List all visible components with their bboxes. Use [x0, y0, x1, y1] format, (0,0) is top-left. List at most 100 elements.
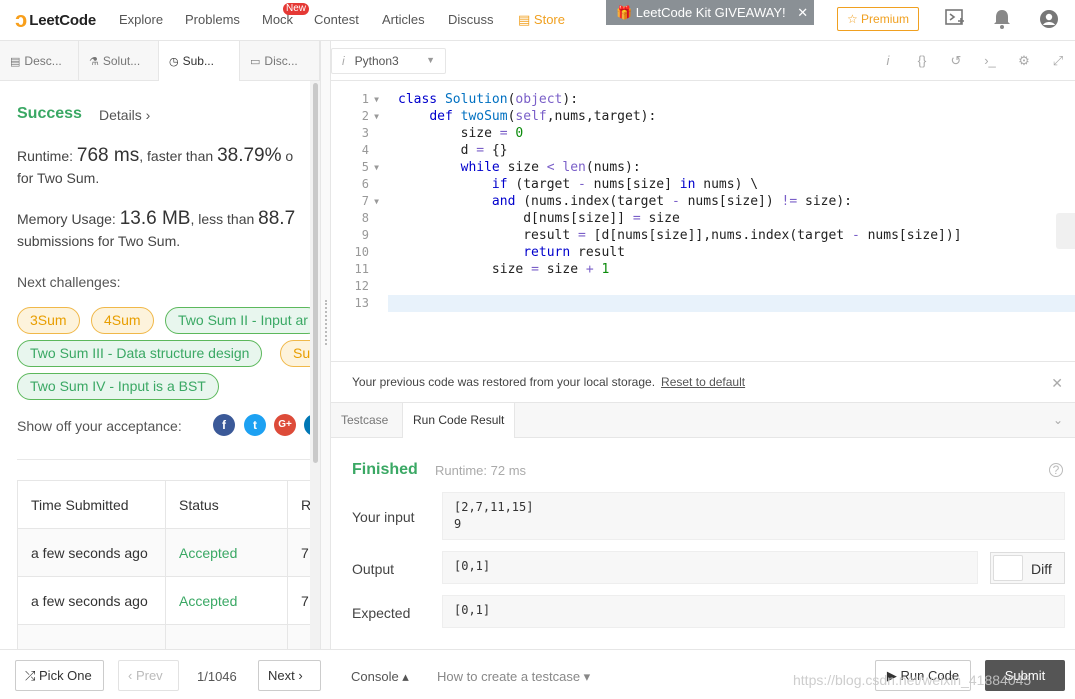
- divider: [17, 459, 310, 460]
- submission-status[interactable]: Accepted: [165, 576, 288, 625]
- avatar-icon[interactable]: [1038, 9, 1060, 31]
- memory-value: 13.6 MB: [119, 208, 191, 229]
- details-link[interactable]: Details ›: [99, 107, 150, 123]
- next-button[interactable]: Next ›: [258, 660, 321, 691]
- giveaway-banner[interactable]: 🎁 LeetCode Kit GIVEAWAY! ✕: [606, 0, 814, 25]
- twitter-icon[interactable]: t: [244, 414, 266, 436]
- braces-icon[interactable]: {}: [913, 52, 931, 70]
- input-label: Your input: [352, 509, 415, 525]
- code-editor[interactable]: 1 ▼ 2 ▼ 3 4 5 ▼ 6 7 ▼ 8 9 10 11 12 13 class …: [331, 81, 1075, 361]
- code-line[interactable]: if (target - nums[size] in nums) \: [398, 176, 1068, 193]
- restore-message: Your previous code was restored from you…: [352, 375, 656, 389]
- resize-grip-icon[interactable]: [325, 300, 327, 345]
- header-runtime: R: [287, 480, 310, 529]
- table-header-row: Time Submitted Status R: [17, 480, 310, 529]
- nav-articles[interactable]: Articles: [382, 12, 425, 27]
- output-value: [0,1]: [442, 551, 978, 584]
- code-line[interactable]: [398, 295, 1068, 312]
- table-row[interactable]: [17, 624, 310, 649]
- code-line[interactable]: and (nums.index(target - nums[size]) != …: [398, 193, 1068, 210]
- clock-icon: ◷: [169, 56, 179, 68]
- challenge-chip[interactable]: Two Sum III - Data structure design: [17, 340, 263, 367]
- line-number: 1 ▼: [361, 92, 379, 106]
- diff-switch[interactable]: [993, 555, 1023, 581]
- challenge-chip[interactable]: Two Sum II - Input ar: [165, 307, 310, 334]
- runtime-percent: 38.79%: [217, 145, 282, 166]
- tab-submissions[interactable]: ◷ Sub...: [159, 41, 240, 82]
- left-scroll-thumb[interactable]: [313, 83, 318, 463]
- google-plus-icon[interactable]: G+: [274, 414, 296, 436]
- code-line[interactable]: size = size + 1: [398, 261, 1068, 278]
- facebook-icon[interactable]: f: [213, 414, 235, 436]
- bell-icon[interactable]: [991, 9, 1013, 31]
- memory-percent: 88.7: [258, 208, 296, 229]
- info-icon[interactable]: i: [879, 52, 897, 70]
- fold-arrow-icon: ▼: [374, 163, 379, 172]
- tab-label: Solut...: [102, 54, 141, 68]
- gear-icon[interactable]: ⚙: [1015, 52, 1033, 70]
- pane-resizer[interactable]: [320, 41, 331, 651]
- runtime-suffix: , faster than: [139, 148, 218, 164]
- reset-icon[interactable]: ↺: [947, 52, 965, 70]
- tab-label: Disc...: [264, 54, 298, 68]
- runtime-value: 768 ms: [76, 145, 140, 166]
- code-line[interactable]: return result: [398, 244, 1068, 261]
- language-select[interactable]: i Python3 ▼: [331, 48, 446, 74]
- close-icon[interactable]: ✕: [1051, 375, 1063, 392]
- store-icon: ▤: [518, 12, 534, 27]
- pick-one-button[interactable]: ⤮ Pick One: [15, 660, 104, 691]
- tab-description[interactable]: ▤ Desc...: [0, 41, 79, 81]
- result-tabs: Testcase Run Code Result ⌄: [331, 402, 1075, 440]
- premium-button[interactable]: ☆ Premium: [837, 7, 919, 31]
- help-icon[interactable]: ?: [1049, 463, 1063, 477]
- code-content[interactable]: class Solution(object): def twoSum(self,…: [398, 91, 1068, 312]
- side-feedback-tab[interactable]: [1056, 213, 1075, 249]
- runtime-label: Runtime:: [17, 148, 77, 164]
- terminal-icon[interactable]: ›_: [981, 52, 999, 70]
- how-to-testcase-link[interactable]: How to create a testcase ▾: [437, 669, 590, 685]
- code-line[interactable]: d[nums[size]] = size: [398, 210, 1068, 227]
- line-number: 12: [354, 279, 369, 293]
- top-nav: ↄ LeetCode Explore Problems Mock New Con…: [0, 0, 1075, 41]
- prev-button[interactable]: ‹ Prev: [118, 660, 179, 691]
- submission-status: [165, 624, 288, 649]
- tab-testcase[interactable]: Testcase: [331, 403, 398, 439]
- table-row[interactable]: a few seconds ago Accepted 7: [17, 576, 310, 625]
- chevron-down-icon[interactable]: ⌄: [1053, 413, 1063, 427]
- nav-problems[interactable]: Problems: [185, 12, 240, 27]
- code-line[interactable]: class Solution(object):: [398, 91, 1068, 108]
- code-line[interactable]: def twoSum(self,nums,target):: [398, 108, 1068, 125]
- diff-toggle[interactable]: Diff: [990, 552, 1065, 584]
- description-icon: ▤: [10, 56, 21, 68]
- console-toggle[interactable]: Console ▴: [351, 669, 409, 685]
- code-line[interactable]: d = {}: [398, 142, 1068, 159]
- playground-icon[interactable]: [944, 9, 966, 31]
- tab-solution[interactable]: ⚗ Solut...: [79, 41, 159, 81]
- fold-arrow-icon: ▼: [374, 197, 379, 206]
- line-number: 8: [361, 211, 369, 225]
- success-status: Success: [17, 105, 82, 122]
- code-line[interactable]: size = 0: [398, 125, 1068, 142]
- challenge-chip[interactable]: Two Sum IV - Input is a BST: [17, 373, 219, 400]
- challenge-chip[interactable]: Su: [280, 340, 310, 367]
- nav-explore[interactable]: Explore: [119, 12, 163, 27]
- nav-discuss[interactable]: Discuss: [448, 12, 494, 27]
- nav-contest[interactable]: Contest: [314, 12, 359, 27]
- code-line[interactable]: result = [d[nums[size]],nums.index(targe…: [398, 227, 1068, 244]
- tab-discuss[interactable]: ▭ Disc...: [240, 41, 320, 81]
- challenge-chip[interactable]: 4Sum: [91, 307, 154, 334]
- memory-stat: Memory Usage: 13.6 MB, less than 88.7 su…: [17, 208, 310, 252]
- fullscreen-icon[interactable]: ⤢: [1049, 52, 1067, 70]
- code-line[interactable]: [398, 278, 1068, 295]
- nav-store[interactable]: ▤ Store: [518, 12, 565, 28]
- table-row[interactable]: a few seconds ago Accepted 7: [17, 528, 310, 577]
- reset-to-default-link[interactable]: Reset to default: [661, 375, 745, 389]
- tab-run-code-result[interactable]: Run Code Result: [402, 403, 516, 440]
- line-gutter: 1 ▼ 2 ▼ 3 4 5 ▼ 6 7 ▼ 8 9 10 11 12 13: [331, 91, 381, 312]
- giveaway-close-icon[interactable]: ✕: [797, 5, 808, 20]
- submission-status[interactable]: Accepted: [165, 528, 288, 577]
- code-line[interactable]: while size < len(nums):: [398, 159, 1068, 176]
- challenge-chip[interactable]: 3Sum: [17, 307, 80, 334]
- restore-notice: Your previous code was restored from you…: [331, 361, 1075, 402]
- logo[interactable]: ↄ LeetCode: [15, 8, 96, 32]
